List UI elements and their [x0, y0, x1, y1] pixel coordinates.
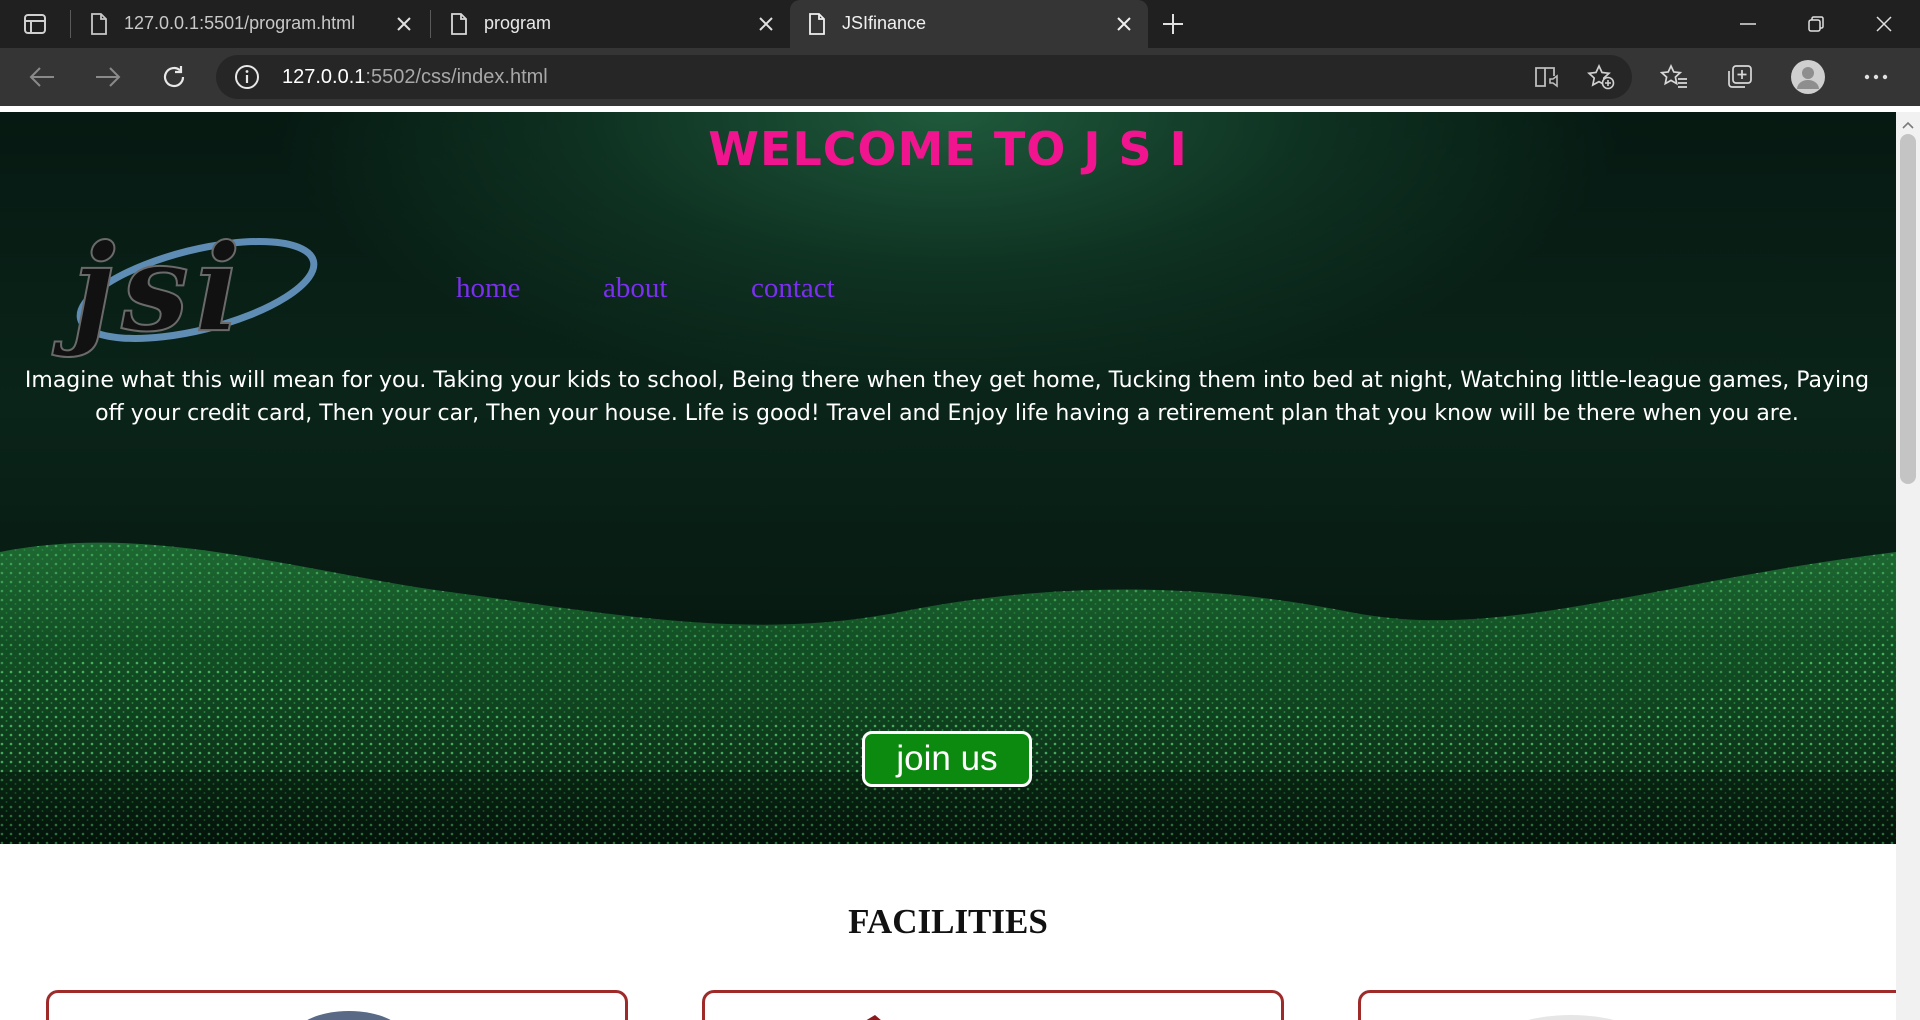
tab-jsifinance[interactable]: JSIfinance — [790, 0, 1148, 48]
immersive-reader-icon[interactable] — [1532, 63, 1562, 91]
tab-actions-menu-icon[interactable] — [18, 10, 52, 38]
collections-icon[interactable] — [1720, 58, 1760, 96]
tab-program-html[interactable]: 127.0.0.1:5501/program.html — [72, 0, 428, 48]
url-path: :5502/css/index.html — [365, 66, 548, 88]
tab-title: 127.0.0.1:5501/program.html — [124, 13, 356, 33]
svg-text:jsi: jsi — [52, 222, 247, 359]
browser-toolbar: 127.0.0.1:5502/css/index.html — [0, 48, 1920, 106]
tab-separator — [70, 10, 71, 38]
reload-icon[interactable] — [154, 58, 194, 96]
jsi-logo: jsi — [32, 217, 332, 362]
page-icon — [90, 13, 108, 40]
profile-avatar-icon[interactable] — [1788, 58, 1828, 96]
facility-card[interactable] — [46, 990, 628, 1020]
tab-title: JSIfinance — [842, 13, 927, 33]
nav-contact[interactable]: contact — [751, 272, 835, 305]
tab-title: program — [484, 13, 552, 33]
page-icon — [808, 13, 826, 40]
nav-home[interactable]: home — [456, 272, 520, 305]
add-favorite-icon[interactable] — [1586, 63, 1616, 91]
facility-card-image — [1528, 1015, 1614, 1020]
scroll-up-arrow-icon[interactable] — [1902, 116, 1914, 134]
close-tab-icon[interactable] — [754, 12, 778, 36]
site-info-icon[interactable] — [234, 64, 260, 95]
minimize-window-icon[interactable] — [1714, 0, 1782, 48]
facilities-heading: FACILITIES — [848, 902, 1048, 941]
facility-card-image — [307, 1011, 391, 1020]
tab-program[interactable]: program — [432, 0, 790, 48]
hero-section: WELCOME TO J S I jsi home about contact … — [0, 112, 1896, 844]
close-tab-icon[interactable] — [392, 12, 416, 36]
join-us-button[interactable]: join us — [862, 731, 1032, 787]
page-icon — [450, 13, 468, 40]
back-arrow-icon[interactable] — [22, 58, 62, 96]
url-text[interactable]: 127.0.0.1:5502/css/index.html — [282, 66, 548, 89]
facility-card[interactable] — [1358, 990, 1896, 1020]
address-bar[interactable]: 127.0.0.1:5502/css/index.html — [216, 55, 1632, 99]
more-menu-icon[interactable] — [1856, 58, 1896, 96]
facility-card-image — [866, 1015, 881, 1020]
page-title: WELCOME TO J S I — [708, 122, 1188, 176]
favorites-icon[interactable] — [1654, 58, 1694, 96]
tab-strip: 127.0.0.1:5501/program.html program JSIf… — [0, 0, 1920, 48]
facility-card[interactable] — [702, 990, 1284, 1020]
close-tab-icon[interactable] — [1112, 12, 1136, 36]
nav-about[interactable]: about — [603, 272, 667, 305]
scrollbar-thumb[interactable] — [1900, 134, 1916, 484]
restore-window-icon[interactable] — [1782, 0, 1850, 48]
forward-arrow-icon[interactable] — [88, 58, 128, 96]
tab-separator — [430, 10, 431, 38]
hero-description: Imagine what this will mean for you. Tak… — [24, 368, 1870, 426]
page-scrollbar[interactable] — [1896, 112, 1920, 1020]
url-host: 127.0.0.1 — [282, 66, 366, 88]
close-window-icon[interactable] — [1850, 0, 1918, 48]
new-tab-plus-icon[interactable] — [1158, 10, 1188, 38]
page-viewport: WELCOME TO J S I jsi home about contact … — [0, 112, 1896, 1020]
